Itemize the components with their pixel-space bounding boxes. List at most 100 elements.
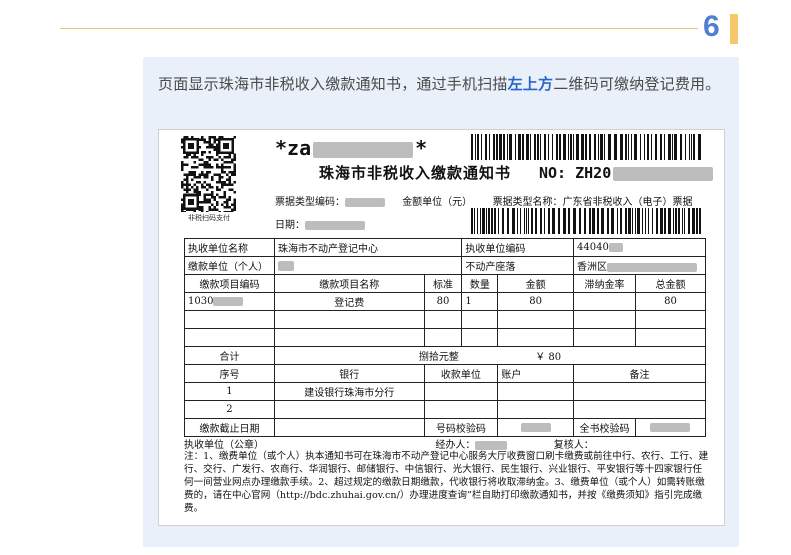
qr-module [206, 193, 209, 196]
qr-module [218, 181, 221, 184]
barcode-bar [579, 208, 581, 234]
barcode-bar [585, 134, 587, 160]
qr-module [203, 186, 206, 189]
qr-module [221, 166, 224, 169]
qr-module [233, 208, 236, 211]
qr-module [226, 166, 229, 169]
barcode-bar [656, 208, 658, 234]
barcode-bar [502, 208, 504, 234]
qr-module [223, 183, 226, 186]
barcode-bar [664, 134, 665, 160]
barcode-bar [660, 208, 663, 234]
qr-module [198, 181, 201, 184]
barcode-bar [559, 134, 561, 160]
qr-module [213, 206, 216, 209]
redacted-mask [305, 221, 365, 230]
barcode-bar [509, 134, 512, 160]
location-label: 不动产座落 [461, 256, 574, 275]
qr-module [193, 183, 196, 186]
barcode-bar [477, 208, 478, 234]
qr-module [203, 138, 206, 141]
total-amount: ￥ 80 [535, 352, 562, 363]
check-code-label: 号码校验码 [423, 418, 499, 437]
qr-module [221, 158, 224, 161]
barcode-bar [617, 208, 618, 234]
barcode-bar [634, 134, 637, 160]
redacted-mask [313, 141, 414, 158]
qr-module [213, 158, 216, 161]
qr-module [188, 183, 191, 186]
payer-label: 缴款单位（个人） [184, 256, 275, 275]
qr-module [181, 161, 184, 164]
qr-module [211, 193, 214, 196]
item-total: 80 [634, 292, 707, 311]
qr-module [226, 156, 229, 159]
barcode-bar [558, 208, 560, 234]
table-row: 缴款单位（个人） 不动产座落 香洲区 [184, 256, 706, 275]
qr-module [201, 211, 204, 212]
barcode-bar [517, 208, 518, 234]
barcode-bar [607, 208, 609, 234]
barcode-bar [474, 208, 475, 234]
qr-module [193, 171, 196, 174]
deadline-label: 缴款截止日期 [184, 418, 275, 437]
barcode-bar [631, 134, 632, 160]
qr-module [208, 186, 211, 189]
document-number: NO: ZH20 [539, 164, 714, 182]
barcode-bar [530, 134, 531, 160]
barcode-bar [597, 208, 599, 234]
total-cell: 捌拾元整 ￥ 80 [273, 346, 707, 365]
description-text-before: 页面显示珠海市非税收入缴款通知书，通过手机扫描 [158, 75, 508, 93]
qr-module [233, 168, 236, 171]
seq-label: 序号 [184, 364, 275, 383]
qr-module [208, 141, 211, 144]
qr-module [223, 181, 226, 184]
barcode-bar [535, 208, 537, 234]
barcode-bar [531, 208, 533, 234]
barcode-bar [589, 134, 591, 160]
qr-module [206, 176, 209, 179]
description-text-after: 二维码可缴纳登记费用。 [553, 75, 721, 93]
qr-module [211, 176, 214, 179]
barcode-bar [568, 134, 569, 160]
barcode-bar [635, 208, 636, 234]
qr-module [183, 183, 186, 186]
qr-module [203, 196, 206, 199]
payer-value [273, 256, 463, 275]
qr-module [193, 156, 196, 159]
barcode-bar [573, 208, 576, 234]
qr-module [208, 158, 211, 161]
qr-module [228, 211, 231, 212]
barcode-bar [688, 208, 690, 234]
barcode-bar [652, 208, 653, 234]
qr-code-icon[interactable] [181, 136, 236, 212]
collect-code-value: 44040 [577, 242, 609, 253]
qr-module [188, 171, 191, 174]
qr-module [233, 191, 236, 194]
barcode-bar [528, 208, 529, 234]
qr-module [186, 176, 189, 179]
barcode-bar [673, 208, 674, 234]
qr-module [211, 203, 214, 206]
collect-code-cell: 44040 [573, 238, 706, 257]
qr-module [193, 176, 196, 179]
qr-module [226, 173, 229, 176]
qr-module [231, 171, 234, 174]
barcode-bar [512, 208, 515, 234]
barcode-bar [678, 208, 680, 234]
qr-module [218, 156, 221, 159]
qr-module [211, 136, 214, 139]
barcode-bar [486, 208, 487, 234]
qr-module [201, 158, 204, 161]
remark-label: 备注 [573, 364, 706, 383]
redacted-mask [277, 260, 294, 271]
qr-module [191, 171, 194, 174]
qr-module [186, 178, 189, 181]
barcode-bar [674, 134, 677, 160]
barcode-bar [664, 208, 666, 234]
qr-module [206, 201, 209, 204]
total-words: 捌拾元整 [418, 352, 459, 363]
description-highlight: 左上方 [507, 75, 554, 93]
qr-module [208, 151, 211, 154]
barcode-bar [489, 134, 490, 160]
